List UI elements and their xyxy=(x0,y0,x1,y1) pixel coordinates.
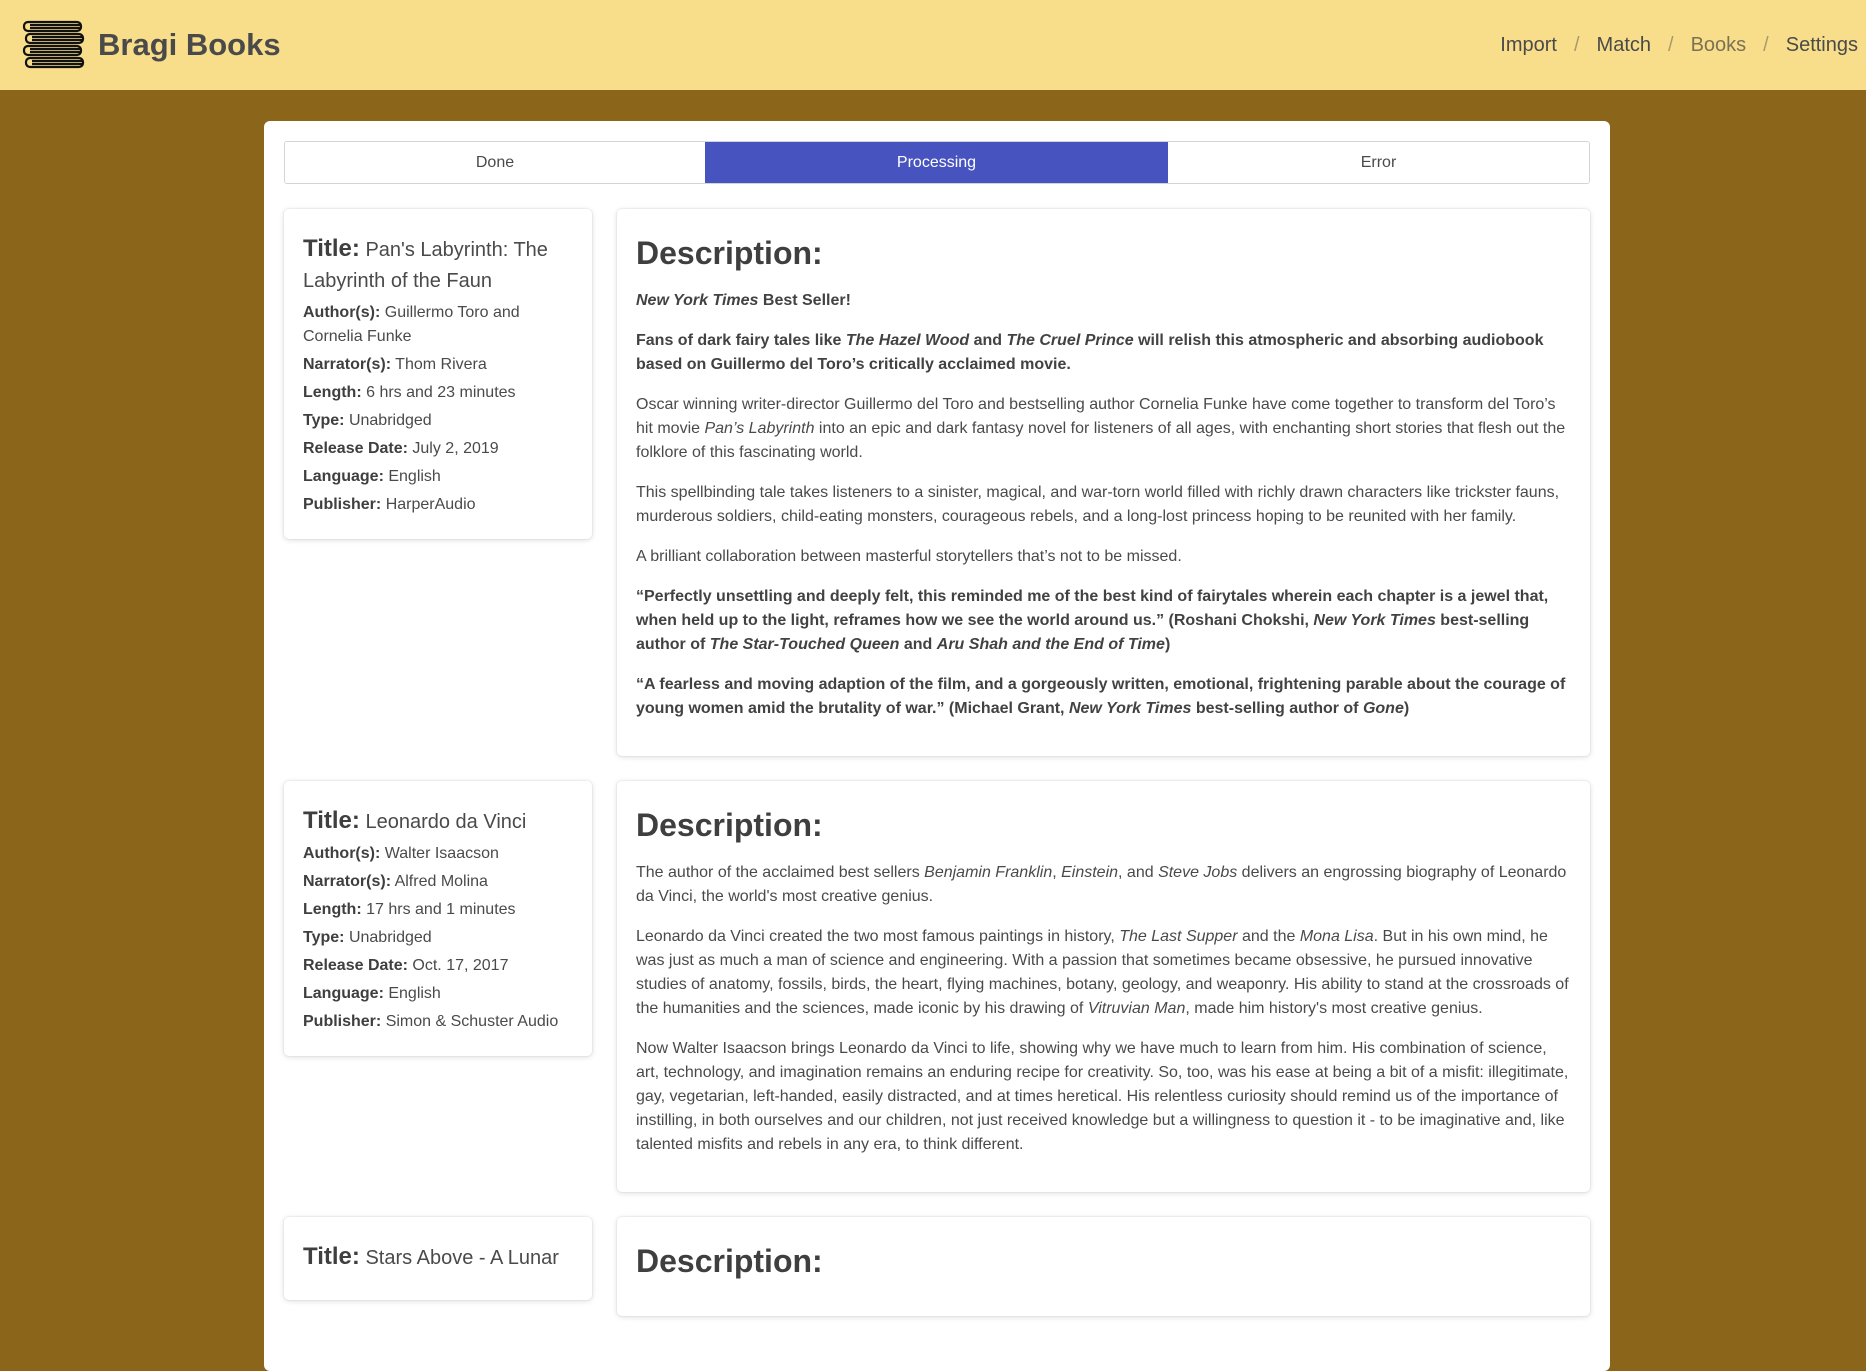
description-paragraph: Leonardo da Vinci created the two most f… xyxy=(636,928,1569,1017)
release-date-field: Release Date: July 2, 2019 xyxy=(303,437,573,461)
description-quote: “Perfectly unsettling and deeply felt, t… xyxy=(636,588,1549,653)
authors-label: Author(s): xyxy=(303,304,381,321)
nav-books[interactable]: Books xyxy=(1691,34,1747,57)
brand[interactable]: Bragi Books xyxy=(22,20,281,70)
tab-done[interactable]: Done xyxy=(285,142,705,183)
language-label: Language: xyxy=(303,468,384,485)
publisher-value: Simon & Schuster Audio xyxy=(385,1013,559,1030)
type-label: Type: xyxy=(303,929,345,946)
tab-error[interactable]: Error xyxy=(1168,142,1589,183)
nav-separator: / xyxy=(1668,33,1674,56)
narrators-label: Narrator(s): xyxy=(303,873,392,890)
description-heading: Description: xyxy=(636,1243,823,1279)
top-navbar: Bragi Books Import / Match / Books / Set… xyxy=(0,0,1866,90)
publisher-field: Publisher: Simon & Schuster Audio xyxy=(303,1010,573,1034)
publisher-value: HarperAudio xyxy=(385,496,476,513)
type-label: Type: xyxy=(303,412,345,429)
type-field: Type: Unabridged xyxy=(303,409,573,433)
brand-name[interactable]: Bragi Books xyxy=(98,27,281,63)
release-date-label: Release Date: xyxy=(303,440,408,457)
description-paragraph: The author of the acclaimed best sellers… xyxy=(636,864,1567,905)
nav-match[interactable]: Match xyxy=(1597,34,1651,57)
description-paragraph: This spellbinding tale takes listeners t… xyxy=(636,484,1560,525)
type-value: Unabridged xyxy=(348,412,432,429)
title-value: Stars Above - A Lunar xyxy=(365,1247,559,1269)
language-label: Language: xyxy=(303,985,384,1002)
language-field: Language: English xyxy=(303,982,573,1006)
release-date-value: Oct. 17, 2017 xyxy=(412,957,509,974)
type-value: Unabridged xyxy=(348,929,432,946)
language-value: English xyxy=(388,468,441,485)
narrators-value: Thom Rivera xyxy=(395,356,487,373)
description-heading: Description: xyxy=(636,807,823,843)
release-date-field: Release Date: Oct. 17, 2017 xyxy=(303,954,573,978)
narrators-label: Narrator(s): xyxy=(303,356,392,373)
publisher-field: Publisher: HarperAudio xyxy=(303,493,573,517)
book-description-card: Description: The author of the acclaimed… xyxy=(617,781,1590,1192)
length-value: 17 hrs and 1 minutes xyxy=(366,901,516,918)
book-row: Title: Stars Above - A Lunar Description… xyxy=(284,1217,1590,1316)
authors-value: Walter Isaacson xyxy=(384,845,499,862)
tab-processing[interactable]: Processing xyxy=(705,142,1168,183)
title-value: Leonardo da Vinci xyxy=(365,811,527,833)
nav-settings[interactable]: Settings xyxy=(1786,34,1858,57)
release-date-label: Release Date: xyxy=(303,957,408,974)
language-field: Language: English xyxy=(303,465,573,489)
title-label: Title: xyxy=(303,1243,360,1270)
book-title: Title: Stars Above - A Lunar xyxy=(303,1241,573,1274)
length-value: 6 hrs and 23 minutes xyxy=(366,384,516,401)
description-paragraph: A brilliant collaboration between master… xyxy=(636,548,1182,565)
title-label: Title: xyxy=(303,807,360,834)
book-row: Title: Pan's Labyrinth: The Labyrinth of… xyxy=(284,209,1590,756)
authors-field: Author(s): Guillermo Toro and Cornelia F… xyxy=(303,301,573,349)
length-label: Length: xyxy=(303,901,362,918)
length-field: Length: 17 hrs and 1 minutes xyxy=(303,898,573,922)
description-paragraph: Fans of dark fairy tales like The Hazel … xyxy=(636,332,1544,373)
book-description-card: Description: New York Times Best Seller!… xyxy=(617,209,1590,756)
release-date-value: July 2, 2019 xyxy=(412,440,499,457)
book-info-card: Title: Leonardo da Vinci Author(s): Walt… xyxy=(284,781,592,1056)
type-field: Type: Unabridged xyxy=(303,926,573,950)
title-label: Title: xyxy=(303,235,360,262)
books-stack-logo-icon xyxy=(22,20,85,69)
main-nav: Import / Match / Books / Settings xyxy=(1500,34,1858,57)
book-description-card: Description: xyxy=(617,1217,1590,1316)
authors-label: Author(s): xyxy=(303,845,381,862)
description-paragraph: New York Times Best Seller! xyxy=(636,292,851,309)
description-quote: “A fearless and moving adaption of the f… xyxy=(636,676,1566,717)
book-row: Title: Leonardo da Vinci Author(s): Walt… xyxy=(284,781,1590,1192)
description-paragraph: Now Walter Isaacson brings Leonardo da V… xyxy=(636,1040,1569,1153)
description-paragraph: Oscar winning writer-director Guillermo … xyxy=(636,396,1566,461)
book-title: Title: Leonardo da Vinci xyxy=(303,805,573,838)
publisher-label: Publisher: xyxy=(303,496,382,513)
authors-field: Author(s): Walter Isaacson xyxy=(303,842,573,866)
language-value: English xyxy=(388,985,441,1002)
length-label: Length: xyxy=(303,384,362,401)
length-field: Length: 6 hrs and 23 minutes xyxy=(303,381,573,405)
nav-separator: / xyxy=(1573,33,1580,56)
nav-import[interactable]: Import xyxy=(1500,34,1557,57)
book-info-card: Title: Stars Above - A Lunar xyxy=(284,1217,592,1300)
narrators-field: Narrator(s): Alfred Molina xyxy=(303,870,573,894)
publisher-label: Publisher: xyxy=(303,1013,382,1030)
nav-separator: / xyxy=(1763,33,1769,56)
description-heading: Description: xyxy=(636,235,823,271)
narrators-value: Alfred Molina xyxy=(394,873,488,890)
book-info-card: Title: Pan's Labyrinth: The Labyrinth of… xyxy=(284,209,592,539)
main-panel: Done Processing Error Title: Pan's Labyr… xyxy=(264,121,1610,1371)
narrators-field: Narrator(s): Thom Rivera xyxy=(303,353,573,377)
status-tabs: Done Processing Error xyxy=(284,141,1590,184)
book-title: Title: Pan's Labyrinth: The Labyrinth of… xyxy=(303,233,573,297)
